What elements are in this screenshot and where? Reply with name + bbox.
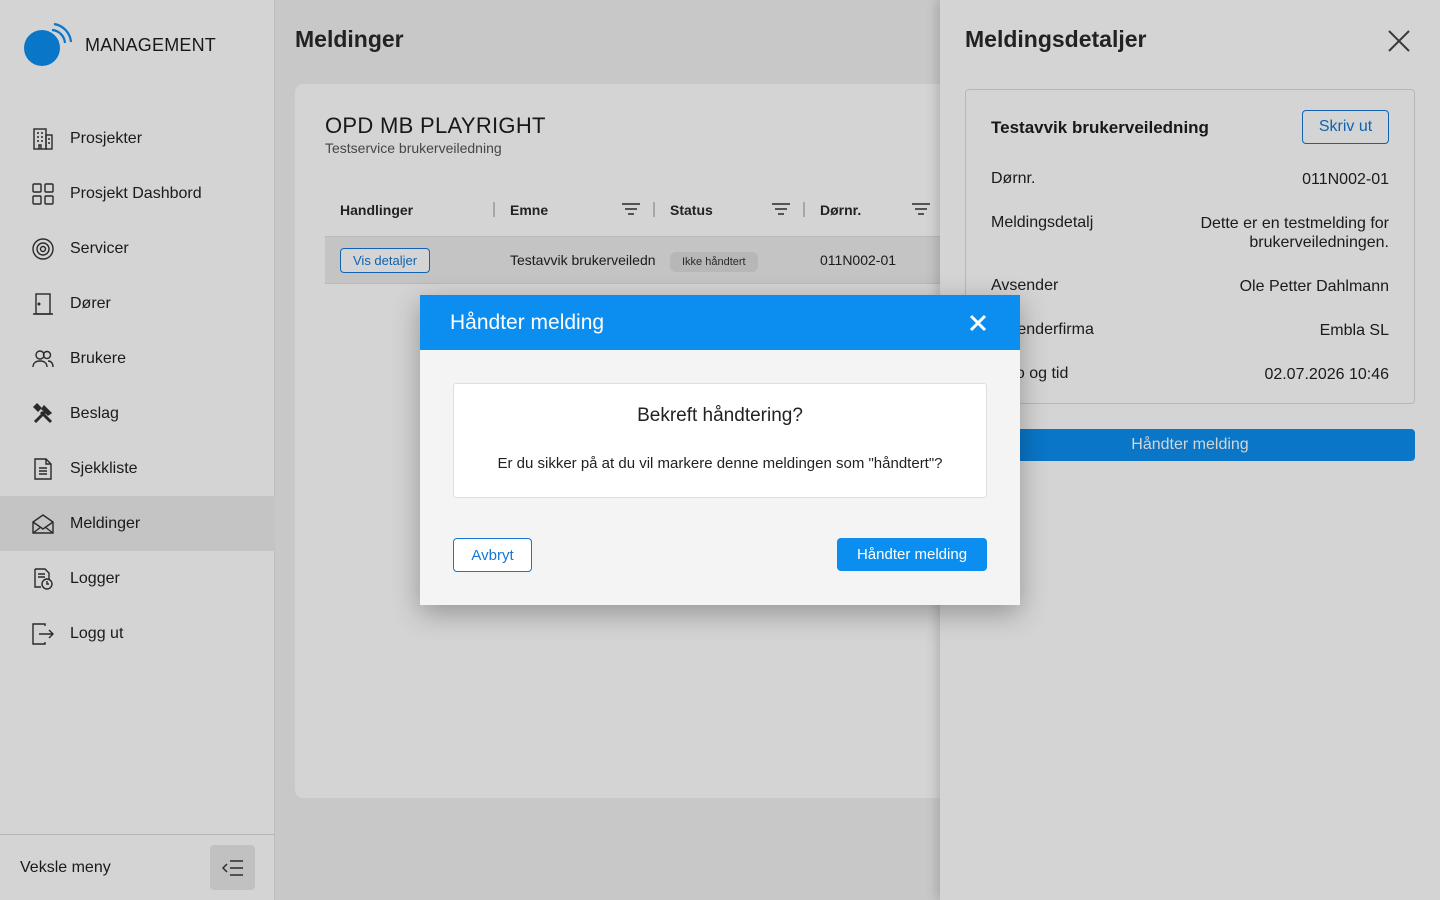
confirm-text: Er du sikker på at du vil markere denne … xyxy=(497,455,943,472)
handle-message-modal: Håndter melding Bekreft håndtering? Er d… xyxy=(420,295,1020,605)
confirm-title: Bekreft håndtering? xyxy=(637,405,803,426)
cancel-button[interactable]: Avbryt xyxy=(453,538,532,572)
modal-title: Håndter melding xyxy=(450,310,605,334)
close-icon xyxy=(969,314,987,331)
confirm-box: Bekreft håndtering? Er du sikker på at d… xyxy=(453,383,987,498)
modal-header: Håndter melding xyxy=(420,295,1020,350)
close-modal-button[interactable] xyxy=(968,313,988,333)
confirm-handle-button[interactable]: Håndter melding xyxy=(837,538,987,571)
